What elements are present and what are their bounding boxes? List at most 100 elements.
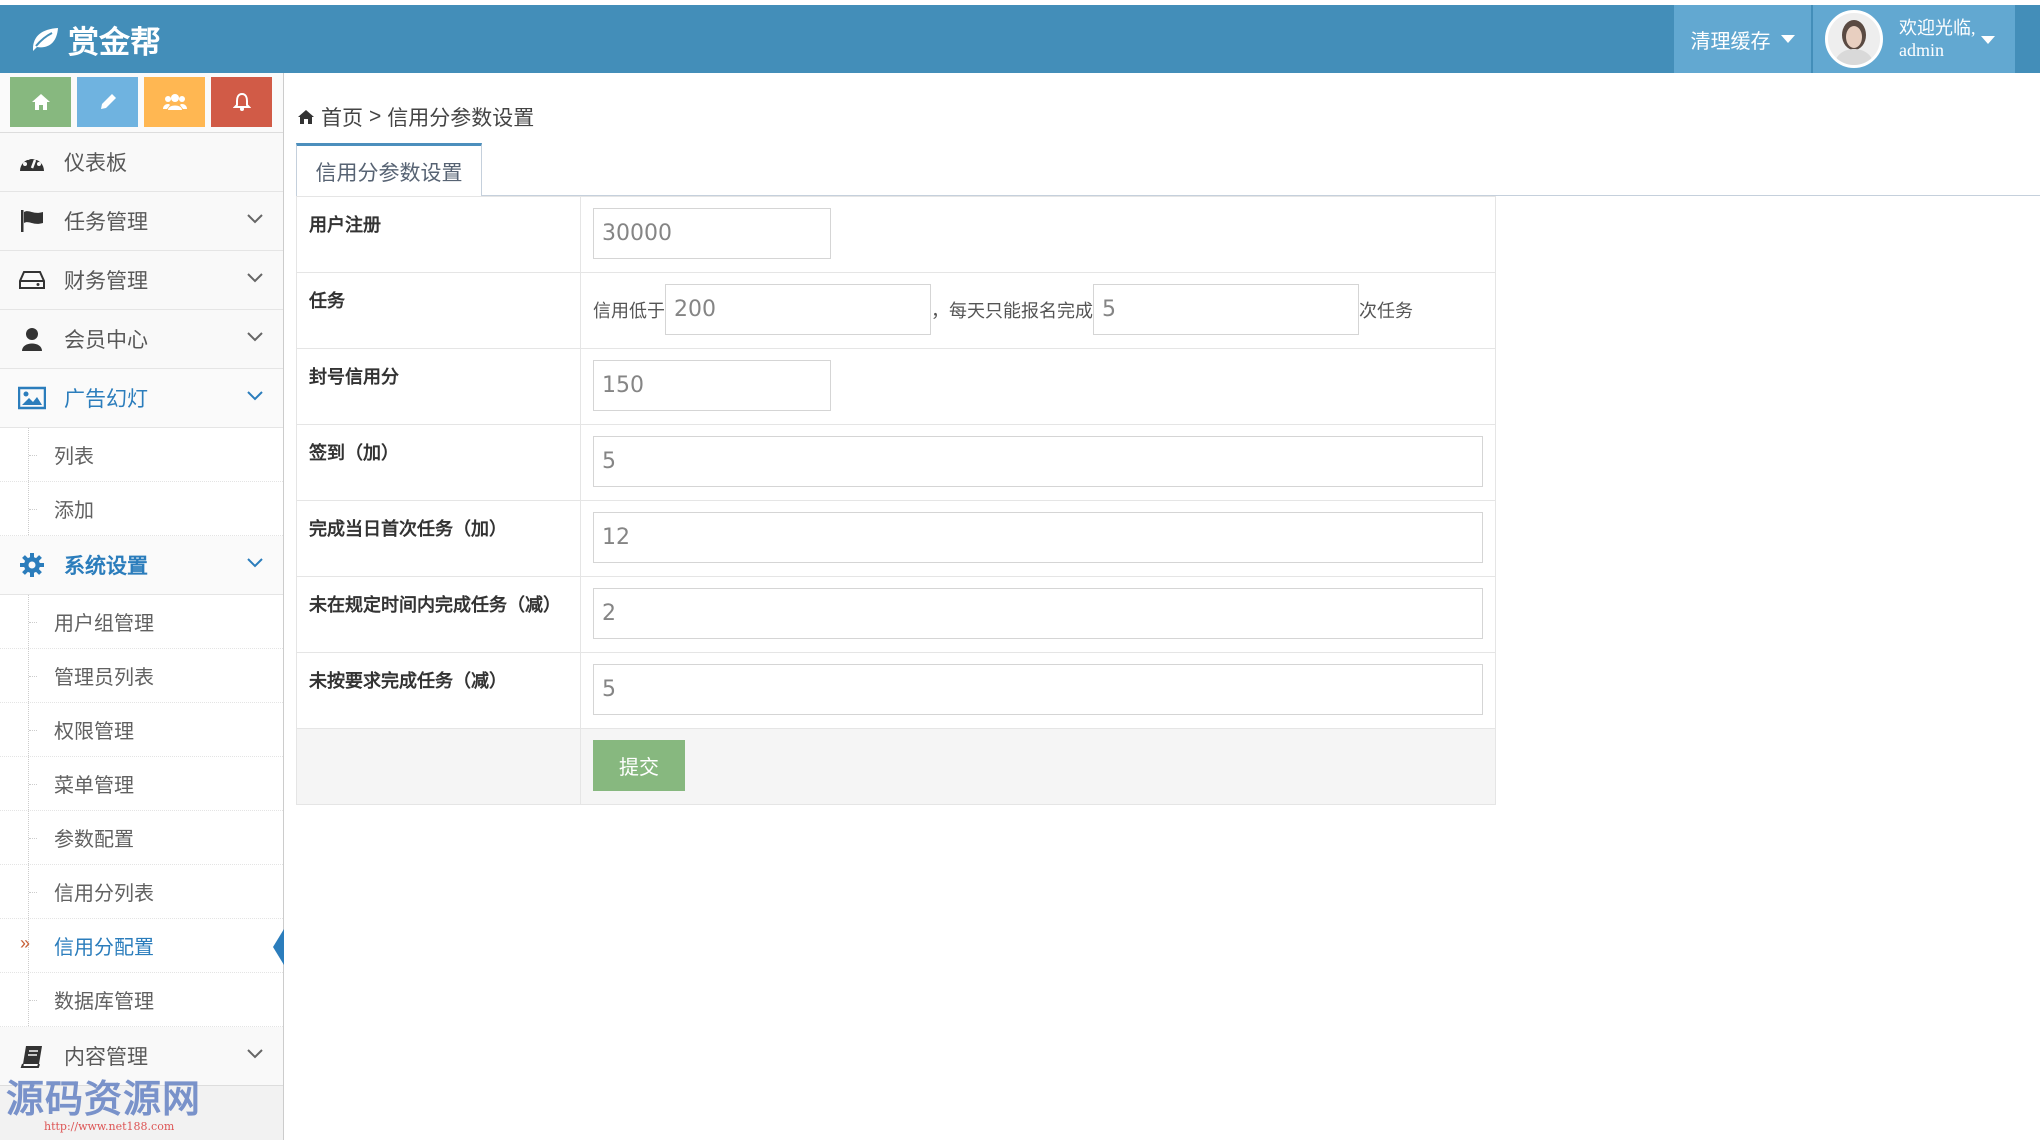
hdd-icon	[18, 267, 46, 293]
brand-logo[interactable]: 赏金帮	[30, 19, 161, 60]
watermark-text: 源码资源网	[6, 1077, 202, 1121]
breadcrumb: 首页 > 信用分参数设置	[297, 102, 534, 132]
top-navbar: 赏金帮 清理缓存 欢迎光临, admin	[0, 0, 2040, 73]
shortcut-edit-button[interactable]	[77, 77, 138, 127]
chevron-down-icon	[247, 273, 263, 283]
submit-button[interactable]: 提交	[593, 740, 685, 791]
form-row: 完成当日首次任务（加） 12	[296, 500, 1496, 577]
credit-settings-form: 用户注册 30000 任务 信用低于 200 ，每天只能报名完成 5 次任务 封…	[296, 196, 1496, 805]
home-icon	[298, 110, 314, 124]
sidebar-subitem-params[interactable]: 参数配置	[0, 811, 283, 865]
breadcrumb-home-link[interactable]: 首页	[321, 102, 363, 132]
sidebar-subitem-permissions[interactable]: 权限管理	[0, 703, 283, 757]
unqualified-penalty-input[interactable]: 5	[593, 664, 1483, 715]
sidebar-subitem-user-groups[interactable]: 用户组管理	[0, 595, 283, 649]
sidebar-subitem-label: 参数配置	[54, 829, 134, 851]
sidebar-subitem-menus[interactable]: 菜单管理	[0, 757, 283, 811]
user-icon	[18, 326, 46, 352]
signin-credit-input[interactable]: 5	[593, 436, 1483, 487]
sidebar-item-system-settings[interactable]: 系统设置	[0, 536, 283, 595]
navbar-background: 赏金帮 清理缓存 欢迎光临, admin	[0, 5, 2040, 73]
form-row: 任务 信用低于 200 ，每天只能报名完成 5 次任务	[296, 272, 1496, 349]
clear-cache-button[interactable]: 清理缓存	[1674, 5, 1811, 73]
field-label: 任务	[296, 272, 581, 349]
sidebar: 仪表板 任务管理 财务管理 会员中心 广告幻灯 列表 添加 系统设置 用户组管理…	[0, 73, 284, 1140]
sidebar-item-task-management[interactable]: 任务管理	[0, 192, 283, 251]
sidebar-item-finance-management[interactable]: 财务管理	[0, 251, 283, 310]
form-row: 未在规定时间内完成任务（减） 2	[296, 576, 1496, 653]
field-label: 封号信用分	[296, 348, 581, 425]
chevron-down-icon	[247, 391, 263, 401]
task-middle-text: ，每天只能报名完成	[931, 300, 1093, 321]
sidebar-item-label: 任务管理	[64, 211, 148, 234]
sidebar-item-dashboard[interactable]: 仪表板	[0, 133, 283, 192]
sidebar-item-ad-slides[interactable]: 广告幻灯	[0, 369, 283, 428]
first-task-credit-input[interactable]: 12	[593, 512, 1483, 563]
sidebar-shortcuts	[0, 73, 283, 133]
sidebar-subitem-label: 信用分配置	[54, 937, 154, 959]
sidebar-subitem-ad-list[interactable]: 列表	[0, 428, 283, 482]
field-label: 未在规定时间内完成任务（减）	[296, 576, 581, 653]
task-limit-group: 信用低于 200 ，每天只能报名完成 5 次任务	[593, 284, 1483, 335]
sidebar-subitem-ad-add[interactable]: 添加	[0, 482, 283, 536]
user-info: 欢迎光临, admin	[1899, 17, 1976, 61]
tab-credit-params[interactable]: 信用分参数设置	[296, 143, 482, 197]
sidebar-subitem-database[interactable]: 数据库管理	[0, 973, 283, 1027]
caret-down-icon	[1780, 35, 1795, 43]
pencil-icon	[100, 94, 116, 109]
sidebar-subitem-label: 菜单管理	[54, 775, 134, 797]
sidebar-subitem-label: 添加	[54, 500, 94, 522]
clear-cache-label: 清理缓存	[1690, 30, 1771, 53]
user-menu[interactable]: 欢迎光临, admin	[1813, 5, 2015, 73]
form-row: 用户注册 30000	[296, 196, 1496, 273]
bell-icon	[232, 92, 251, 111]
task-suffix-text: 次任务	[1359, 300, 1413, 321]
chevron-down-icon	[247, 214, 263, 224]
overtime-penalty-input[interactable]: 2	[593, 588, 1483, 639]
form-actions-row: 提交	[296, 728, 1496, 805]
sidebar-subitem-label: 数据库管理	[54, 991, 154, 1013]
sidebar-item-label: 仪表板	[64, 152, 127, 175]
form-row: 签到（加） 5	[296, 424, 1496, 501]
sidebar-subitem-credit-list[interactable]: 信用分列表	[0, 865, 283, 919]
form-row: 封号信用分 150	[296, 348, 1496, 425]
chevron-down-icon	[247, 1049, 263, 1059]
book-icon	[18, 1043, 46, 1069]
shortcut-users-button[interactable]	[144, 77, 205, 127]
breadcrumb-current: 信用分参数设置	[387, 107, 535, 130]
sidebar-subitem-label: 信用分列表	[54, 883, 154, 905]
active-pointer	[273, 929, 284, 965]
leaf-icon	[33, 28, 58, 51]
home-icon	[31, 94, 50, 110]
sidebar-subitem-credit-config[interactable]: » 信用分配置	[0, 919, 284, 973]
sidebar-item-label: 系统设置	[64, 555, 148, 578]
flag-icon	[18, 208, 46, 234]
task-prefix-text: 信用低于	[593, 300, 665, 321]
user-photo-icon	[1828, 13, 1880, 65]
shortcut-notify-button[interactable]	[211, 77, 272, 127]
field-label: 未按要求完成任务（减）	[296, 652, 581, 729]
task-credit-threshold-input[interactable]: 200	[665, 284, 931, 335]
chevron-down-icon	[247, 558, 263, 568]
field-label: 用户注册	[296, 196, 581, 273]
sidebar-item-member-center[interactable]: 会员中心	[0, 310, 283, 369]
shortcut-home-button[interactable]	[10, 77, 71, 127]
ban-credit-input[interactable]: 150	[593, 360, 831, 411]
register-credit-input[interactable]: 30000	[593, 208, 831, 259]
field-label: 完成当日首次任务（加）	[296, 500, 581, 577]
tab-bar: 信用分参数设置	[296, 143, 2040, 197]
tachometer-icon	[18, 149, 46, 175]
sidebar-subitem-admin-list[interactable]: 管理员列表	[0, 649, 283, 703]
active-arrow-icon: »	[20, 933, 31, 953]
sidebar-item-label: 财务管理	[64, 270, 148, 293]
chevron-down-icon	[247, 332, 263, 342]
watermark-url: http://www.net188.com	[44, 1120, 175, 1133]
welcome-text: 欢迎光临,	[1899, 18, 1976, 38]
username: admin	[1899, 40, 1944, 60]
sidebar-subitem-label: 权限管理	[54, 721, 134, 743]
task-daily-count-input[interactable]: 5	[1093, 284, 1359, 335]
sidebar-item-label: 广告幻灯	[64, 388, 148, 411]
gear-icon	[18, 552, 46, 578]
avatar	[1825, 10, 1883, 68]
users-icon	[162, 94, 187, 110]
